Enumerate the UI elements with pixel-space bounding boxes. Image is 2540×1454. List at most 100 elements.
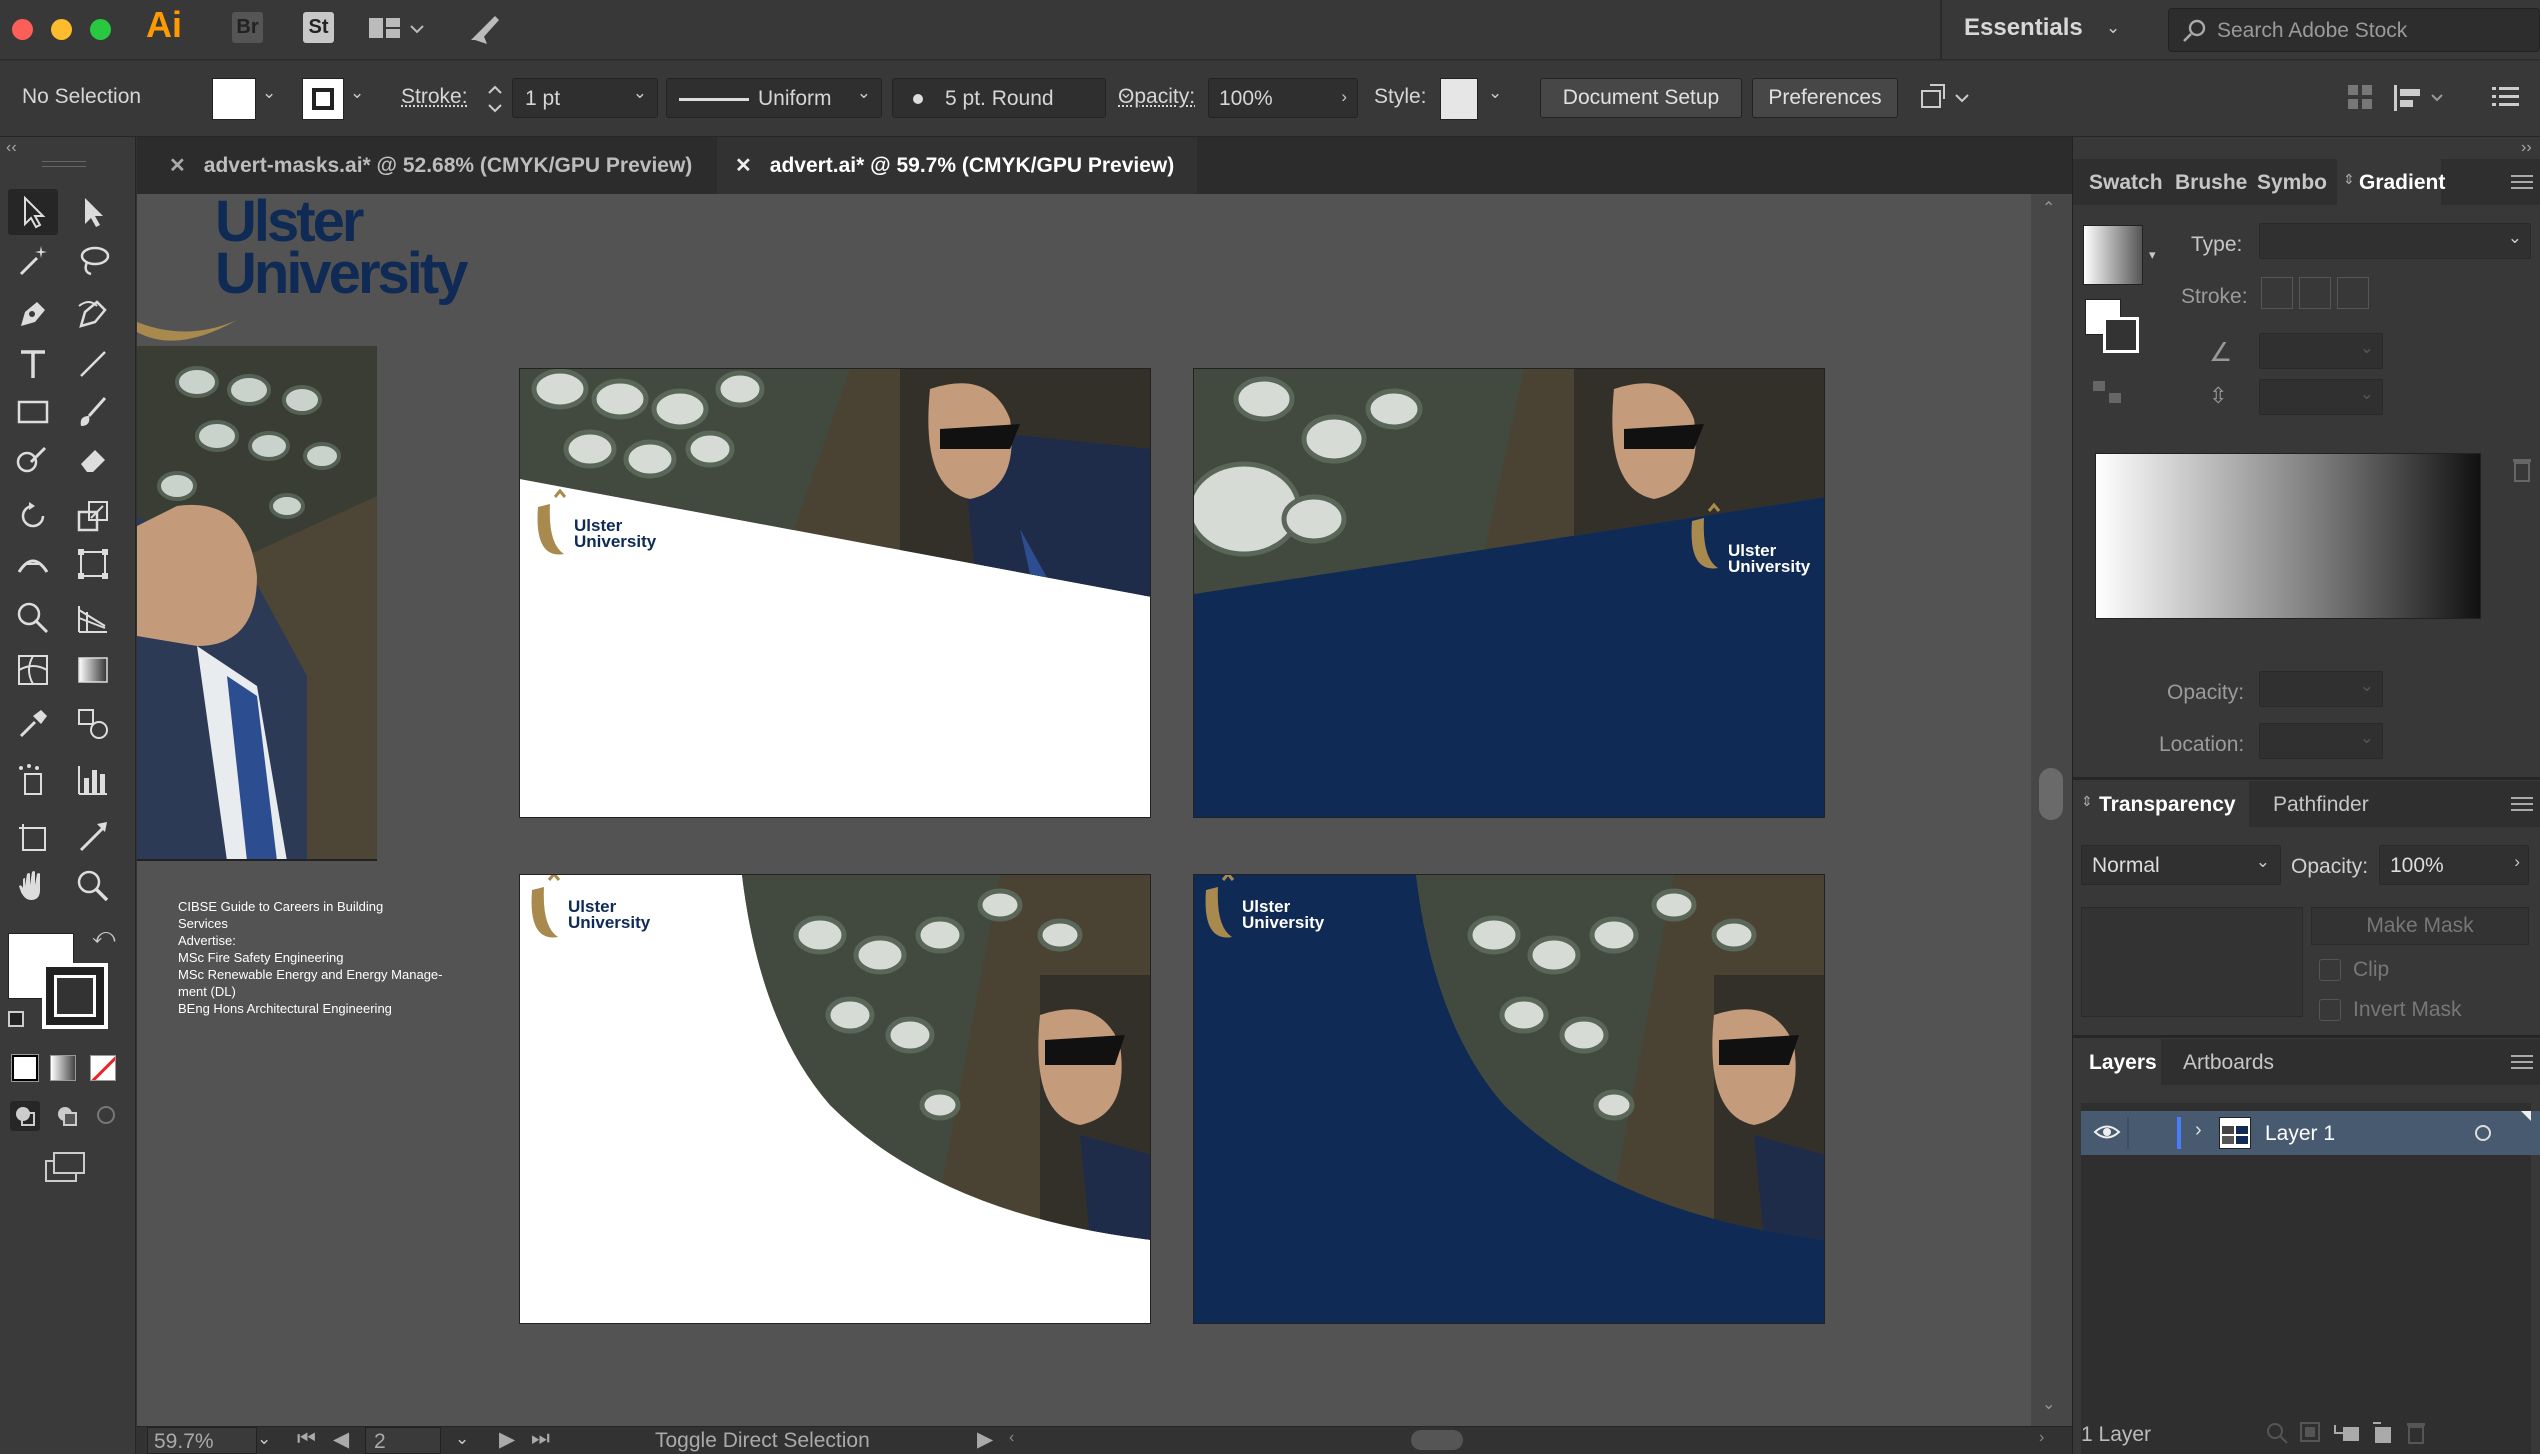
perspective-grid-tool-icon[interactable] <box>68 595 118 641</box>
close-tab-icon[interactable]: ✕ <box>735 153 752 178</box>
stock-search-input[interactable]: Search Adobe Stock <box>2168 8 2540 52</box>
tab-layers[interactable]: Layers <box>2073 1039 2161 1085</box>
visibility-eye-icon[interactable] <box>2093 1121 2121 1148</box>
gradient-opacity-field[interactable]: ⌄ <box>2259 671 2383 707</box>
curvature-tool-icon[interactable] <box>68 291 118 337</box>
new-sublayer-icon[interactable] <box>2333 1421 2361 1450</box>
scroll-down-icon[interactable]: ⌄ <box>2042 1394 2055 1414</box>
artboard-3[interactable]: Ulster University <box>519 874 1151 1324</box>
free-transform-tool-icon[interactable] <box>68 541 118 587</box>
layer-row[interactable]: › Layer 1 <box>2081 1111 2540 1155</box>
shaper-tool-icon[interactable] <box>8 437 58 483</box>
new-layer-icon[interactable] <box>2371 1421 2395 1450</box>
hand-tool-icon[interactable] <box>8 863 58 909</box>
layer-target-icon[interactable] <box>2475 1125 2491 1141</box>
gradient-slider[interactable] <box>2095 453 2481 619</box>
grid-align-icon[interactable] <box>2346 83 2376 118</box>
minimize-window-button[interactable] <box>51 19 72 40</box>
gradient-tool-icon[interactable] <box>68 647 118 693</box>
symbol-sprayer-tool-icon[interactable] <box>8 757 58 803</box>
stroke-swatch[interactable] <box>302 78 344 120</box>
delete-stop-icon[interactable] <box>2511 457 2533 488</box>
transparency-opacity-field[interactable]: 100% › <box>2379 845 2529 885</box>
tab-swatches[interactable]: Swatch <box>2089 171 2163 195</box>
panel-menu-icon[interactable] <box>2511 797 2533 818</box>
blend-mode-select[interactable]: Normal ⌄ <box>2081 845 2281 885</box>
reverse-gradient-icon[interactable] <box>2091 377 2123 412</box>
gradient-location-field[interactable]: ⌄ <box>2259 723 2383 759</box>
preferences-button[interactable]: Preferences <box>1752 78 1898 118</box>
scroll-up-icon[interactable]: ⌃ <box>2042 198 2055 218</box>
scale-tool-icon[interactable] <box>68 493 118 539</box>
column-graph-tool-icon[interactable] <box>68 757 118 803</box>
tab-artboards[interactable]: Artboards <box>2183 1051 2274 1075</box>
artboard-tool-icon[interactable] <box>8 813 58 859</box>
document-setup-button[interactable]: Document Setup <box>1540 78 1742 118</box>
stroke-chevron-down-icon[interactable]: ⌄ <box>350 83 364 103</box>
arrange-icon[interactable] <box>1918 81 1972 120</box>
fill-chevron-down-icon[interactable]: ⌄ <box>262 83 276 103</box>
close-tab-icon[interactable]: ✕ <box>169 153 186 178</box>
arrange-documents-icon[interactable] <box>367 14 425 49</box>
layer-name[interactable]: Layer 1 <box>2265 1122 2335 1146</box>
last-artboard-icon[interactable]: ⏭ <box>531 1427 550 1451</box>
draw-inside-icon[interactable] <box>92 1101 122 1136</box>
stroke-within-icon[interactable] <box>2261 277 2293 309</box>
locate-object-icon[interactable] <box>2265 1421 2289 1450</box>
angle-field[interactable]: ⌄ <box>2259 333 2383 369</box>
collapse-toolbar-icon[interactable]: ‹‹ <box>6 139 17 157</box>
style-chevron-down-icon[interactable]: ⌄ <box>1488 83 1502 103</box>
opacity-field[interactable]: 100% › <box>1208 78 1358 118</box>
artboard-chevron-down-icon[interactable]: ⌄ <box>455 1429 469 1449</box>
lock-toggle[interactable] <box>2127 1117 2129 1149</box>
width-tool-icon[interactable] <box>8 541 58 587</box>
tab-pathfinder[interactable]: Pathfinder <box>2273 793 2369 817</box>
gradient-stroke-swatch[interactable] <box>2103 317 2139 353</box>
workspace-switcher[interactable]: Essentials <box>1964 14 2083 42</box>
aspect-ratio-field[interactable]: ⌄ <box>2259 379 2383 415</box>
shape-builder-tool-icon[interactable] <box>8 595 58 641</box>
sync-settings-icon[interactable] <box>465 10 505 55</box>
none-mode-icon[interactable] <box>90 1055 116 1081</box>
blend-tool-icon[interactable] <box>68 701 118 747</box>
collapse-dock-icon[interactable]: ›› <box>2521 139 2532 157</box>
mask-thumbnail[interactable] <box>2081 907 2303 1017</box>
draw-normal-icon[interactable] <box>10 1101 40 1131</box>
clip-checkbox[interactable] <box>2319 959 2341 981</box>
next-artboard-icon[interactable]: ▶ <box>499 1427 515 1452</box>
stroke-weight-field[interactable]: 1 pt ⌄ <box>512 78 658 118</box>
gradient-mode-icon[interactable] <box>50 1055 76 1081</box>
stroke-weight-stepper[interactable] <box>484 78 506 120</box>
delete-layer-icon[interactable] <box>2405 1421 2427 1450</box>
lasso-tool-icon[interactable] <box>68 237 118 283</box>
panel-menu-icon[interactable] <box>2511 175 2533 196</box>
brush-definition[interactable]: 5 pt. Round ⌄ <box>892 78 1133 118</box>
zoom-tool-icon[interactable] <box>68 863 118 909</box>
variable-width-profile[interactable]: Uniform ⌄ <box>666 78 882 118</box>
graphic-style-swatch[interactable] <box>1440 78 1478 120</box>
opacity-label[interactable]: Opacity: <box>1118 85 1195 109</box>
vertical-scrollbar[interactable]: ⌃ ⌄ <box>2031 194 2072 1426</box>
canvas-area[interactable]: Ulster University CIBSE Guide to Careers… <box>137 193 2031 1426</box>
rotate-tool-icon[interactable] <box>8 493 58 539</box>
tab-symbols[interactable]: Symbo <box>2257 171 2327 195</box>
type-tool-icon[interactable] <box>8 341 58 387</box>
gradient-thumbnail-chevron-icon[interactable]: ▾ <box>2149 247 2156 263</box>
line-segment-tool-icon[interactable] <box>68 341 118 387</box>
swap-fill-stroke-icon[interactable]: ⤺ <box>92 923 116 949</box>
rectangle-tool-icon[interactable] <box>8 389 58 435</box>
eraser-tool-icon[interactable] <box>68 437 118 483</box>
zoom-chevron-down-icon[interactable]: ⌄ <box>257 1429 271 1449</box>
magic-wand-tool-icon[interactable] <box>8 237 58 283</box>
artboard-4[interactable]: Ulster University <box>1193 874 1825 1324</box>
toolbar-grip[interactable] <box>42 161 86 167</box>
bridge-button[interactable]: Br <box>232 12 263 43</box>
tab-gradient[interactable]: ⇕ Gradient <box>2337 159 2445 205</box>
close-window-button[interactable] <box>12 19 33 40</box>
tab-brushes[interactable]: Brushe <box>2175 171 2247 195</box>
first-artboard-icon[interactable]: ⏮ <box>297 1427 316 1451</box>
make-mask-button[interactable]: Make Mask <box>2311 907 2529 945</box>
invert-mask-checkbox[interactable] <box>2319 999 2341 1021</box>
gradient-type-select[interactable]: ⌄ <box>2259 223 2531 259</box>
panel-menu-icon[interactable] <box>2511 1055 2533 1076</box>
